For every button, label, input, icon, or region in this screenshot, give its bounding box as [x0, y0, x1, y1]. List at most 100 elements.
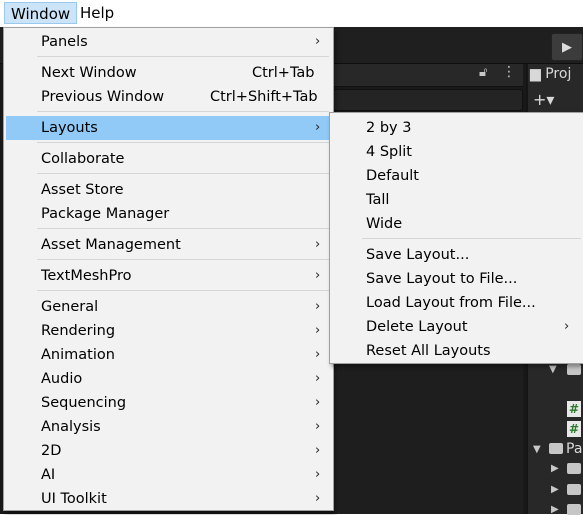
submenu-arrow-icon: › — [564, 319, 570, 334]
menu-item-ui-toolkit[interactable]: UI Toolkit › — [6, 487, 331, 511]
menu-item-audio[interactable]: Audio › — [6, 367, 331, 391]
folder-icon — [567, 484, 581, 495]
menu-separator — [37, 111, 329, 112]
layout-item-2-by-3[interactable]: 2 by 3 — [332, 116, 581, 140]
menu-item-layouts[interactable]: Layouts › — [6, 116, 331, 140]
play-button[interactable]: ▶ — [551, 33, 583, 61]
menu-window[interactable]: Window — [4, 2, 78, 24]
shortcut-label: Ctrl+Tab — [252, 65, 315, 81]
menu-item-rendering[interactable]: Rendering › — [6, 319, 331, 343]
menu-item-label: Analysis — [41, 419, 101, 435]
menu-item-label: Collaborate — [41, 151, 125, 167]
menu-item-previous-window[interactable]: Previous Window Ctrl+Shift+Tab — [6, 85, 331, 109]
submenu-arrow-icon: › — [315, 268, 321, 283]
folder-icon — [567, 504, 581, 515]
submenu-arrow-icon: › — [315, 443, 321, 458]
collapsed-triangle-icon[interactable]: ▶ — [551, 463, 559, 474]
menu-item-label: TextMeshPro — [41, 268, 132, 284]
window-menu: Panels › Next Window Ctrl+Tab Previous W… — [3, 27, 334, 511]
menu-item-collaborate[interactable]: Collaborate — [6, 147, 331, 171]
menu-item-label: Reset All Layouts — [366, 343, 491, 359]
kebab-menu-icon[interactable]: ⋮ — [502, 64, 516, 80]
menu-separator — [37, 290, 329, 291]
script-file-icon: # — [567, 421, 581, 437]
menu-separator — [37, 142, 329, 143]
menu-item-label: Tall — [366, 192, 390, 208]
menu-item-label: Audio — [41, 371, 83, 387]
menu-separator — [362, 238, 581, 239]
menu-item-label: Panels — [41, 34, 88, 50]
folder-icon — [567, 364, 581, 375]
menu-item-label: Layouts — [41, 120, 98, 136]
folder-label: Pa — [566, 441, 583, 457]
menu-item-label: Save Layout to File... — [366, 271, 518, 287]
collapsed-triangle-icon[interactable]: ▶ — [551, 484, 559, 495]
layout-item-wide[interactable]: Wide — [332, 212, 581, 236]
submenu-arrow-icon: › — [315, 467, 321, 482]
layouts-submenu: 2 by 3 4 Split Default Tall Wide Save La… — [329, 112, 583, 364]
menu-item-label: UI Toolkit — [41, 491, 107, 507]
layout-item-save-layout-to-file[interactable]: Save Layout to File... — [332, 267, 581, 291]
layout-item-save-layout[interactable]: Save Layout... — [332, 243, 581, 267]
folder-icon — [549, 443, 563, 454]
collapsed-triangle-icon[interactable]: ▶ — [551, 504, 559, 515]
project-tab[interactable]: ▆ Proj — [530, 66, 571, 82]
submenu-arrow-icon: › — [315, 299, 321, 314]
menu-item-label: Save Layout... — [366, 247, 470, 263]
submenu-arrow-icon: › — [315, 34, 321, 49]
menu-item-sequencing[interactable]: Sequencing › — [6, 391, 331, 415]
menu-item-label: Default — [366, 168, 419, 184]
menu-item-label: Asset Management — [41, 237, 181, 253]
menu-item-ai[interactable]: AI › — [6, 463, 331, 487]
scene-tab-bar — [333, 64, 523, 87]
menu-item-animation[interactable]: Animation › — [6, 343, 331, 367]
menu-item-label: Delete Layout — [366, 319, 468, 335]
menu-item-label: Sequencing — [41, 395, 127, 411]
layout-item-4-split[interactable]: 4 Split — [332, 140, 581, 164]
menu-separator — [37, 259, 329, 260]
menu-item-label: 2D — [41, 443, 62, 459]
layout-item-delete-layout[interactable]: Delete Layout › — [332, 315, 581, 339]
menu-separator — [37, 228, 329, 229]
menu-item-asset-store[interactable]: Asset Store — [6, 178, 331, 202]
menu-item-label: 2 by 3 — [366, 120, 412, 136]
menu-item-asset-management[interactable]: Asset Management › — [6, 233, 331, 257]
menu-item-label: Asset Store — [41, 182, 124, 198]
menu-item-package-manager[interactable]: Package Manager — [6, 202, 331, 226]
menu-item-general[interactable]: General › — [6, 295, 331, 319]
submenu-arrow-icon: › — [315, 323, 321, 338]
submenu-arrow-icon: › — [315, 419, 321, 434]
menu-help[interactable]: Help — [74, 2, 120, 24]
menu-item-2d[interactable]: 2D › — [6, 439, 331, 463]
menu-item-label: Load Layout from File... — [366, 295, 536, 311]
expand-triangle-icon[interactable]: ▼ — [549, 364, 557, 375]
layout-item-tall[interactable]: Tall — [332, 188, 581, 212]
menu-item-label: Rendering — [41, 323, 116, 339]
menu-item-panels[interactable]: Panels › — [6, 30, 331, 54]
script-file-icon: # — [567, 401, 581, 417]
menu-item-label: Previous Window — [41, 89, 165, 105]
menu-separator — [37, 173, 329, 174]
menu-item-label: 4 Split — [366, 144, 412, 160]
menu-item-label: AI — [41, 467, 56, 483]
layout-item-reset-all-layouts[interactable]: Reset All Layouts — [332, 339, 581, 363]
menu-item-label: Package Manager — [41, 206, 170, 222]
lock-icon[interactable]: 🔓︎ — [479, 65, 487, 80]
folder-icon — [567, 463, 581, 474]
submenu-arrow-icon: › — [315, 347, 321, 362]
menu-bar: Window Help — [0, 0, 583, 27]
menu-item-label: Wide — [366, 216, 403, 232]
menu-item-textmeshpro[interactable]: TextMeshPro › — [6, 264, 331, 288]
submenu-arrow-icon: › — [315, 371, 321, 386]
add-dropdown-icon[interactable]: +▾ — [533, 90, 554, 109]
layout-item-load-layout-from-file[interactable]: Load Layout from File... — [332, 291, 581, 315]
submenu-arrow-icon: › — [315, 120, 321, 135]
menu-item-label: General — [41, 299, 99, 315]
menu-item-next-window[interactable]: Next Window Ctrl+Tab — [6, 61, 331, 85]
scene-search-field[interactable] — [333, 89, 523, 111]
menu-separator — [37, 56, 329, 57]
layout-item-default[interactable]: Default — [332, 164, 581, 188]
menu-item-analysis[interactable]: Analysis › — [6, 415, 331, 439]
project-tab-label: Proj — [545, 66, 572, 82]
expand-triangle-icon[interactable]: ▼ — [533, 444, 541, 455]
